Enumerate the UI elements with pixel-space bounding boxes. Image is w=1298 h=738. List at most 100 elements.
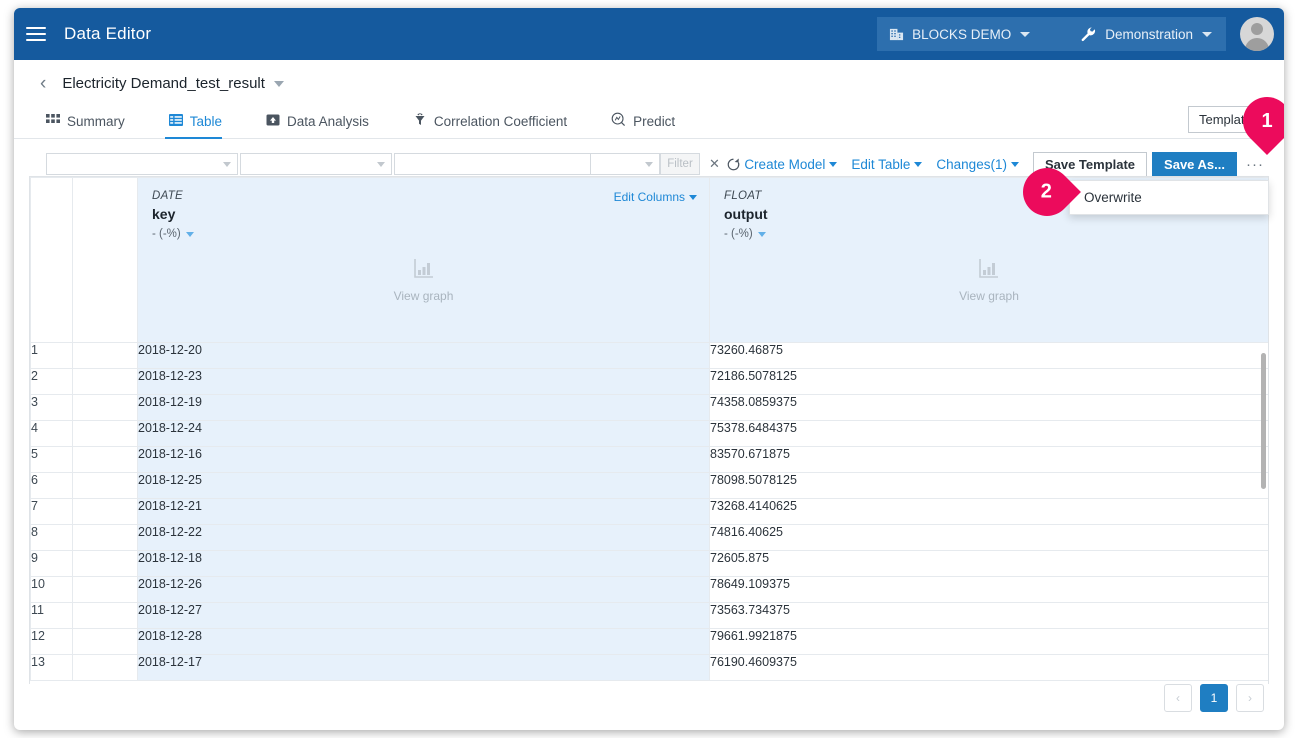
- table-row[interactable]: 12 2018-12-28 79661.9921875: [30, 628, 1268, 655]
- cell-key[interactable]: 2018-12-27: [137, 602, 710, 629]
- filter-button[interactable]: Filter: [660, 153, 700, 175]
- cell-key[interactable]: 2018-12-18: [137, 550, 710, 577]
- row-gutter: [72, 368, 138, 395]
- edit-table-label: Edit Table: [851, 156, 911, 172]
- environment-label: Demonstration: [1105, 26, 1193, 42]
- cell-key[interactable]: 2018-12-19: [137, 394, 710, 421]
- cell-output[interactable]: 79661.9921875: [709, 628, 1268, 655]
- row-number: 13: [30, 654, 73, 681]
- table-row[interactable]: 2 2018-12-23 72186.5078125: [30, 368, 1268, 395]
- table-row[interactable]: 11 2018-12-27 73563.734375: [30, 602, 1268, 629]
- chevron-left-icon[interactable]: ‹: [40, 74, 46, 93]
- tab-bar: Summary Table Data Analysis Correlation …: [14, 105, 1284, 139]
- view-graph-key[interactable]: View graph: [138, 256, 709, 303]
- row-number: 9: [30, 550, 73, 577]
- cell-key[interactable]: 2018-12-24: [137, 420, 710, 447]
- view-graph-output[interactable]: View graph: [710, 256, 1268, 303]
- table-row[interactable]: 4 2018-12-24 75378.6484375: [30, 420, 1268, 447]
- tab-predict[interactable]: Predict: [607, 112, 691, 138]
- row-number: 12: [30, 628, 73, 655]
- chevron-down-icon[interactable]: [185, 231, 194, 237]
- building-icon: [889, 27, 904, 42]
- table-row[interactable]: 13 2018-12-17 76190.4609375: [30, 654, 1268, 681]
- pagination-next[interactable]: ›: [1236, 684, 1264, 712]
- cell-key[interactable]: 2018-12-25: [137, 472, 710, 499]
- pagination-page-1[interactable]: 1: [1200, 684, 1228, 712]
- table-row[interactable]: 3 2018-12-19 74358.0859375: [30, 394, 1268, 421]
- environment-selector[interactable]: Demonstration: [1056, 17, 1226, 51]
- cell-key[interactable]: 2018-12-17: [137, 654, 710, 681]
- table-row[interactable]: 10 2018-12-26 78649.109375: [30, 576, 1268, 603]
- cell-key[interactable]: 2018-12-16: [137, 446, 710, 473]
- chevron-down-icon: [377, 161, 385, 167]
- cell-key[interactable]: 2018-12-21: [137, 498, 710, 525]
- row-gutter: [72, 576, 138, 603]
- cell-output[interactable]: 75378.6484375: [709, 420, 1268, 447]
- view-graph-label: View graph: [959, 289, 1019, 303]
- column-header-key[interactable]: DATE key - (-%) Edit Columns View graph: [137, 177, 710, 343]
- tab-label: Summary: [67, 114, 125, 129]
- pagination: ‹ 1 ›: [1164, 684, 1264, 712]
- cell-output[interactable]: 76190.4609375: [709, 654, 1268, 681]
- cell-key[interactable]: 2018-12-26: [137, 576, 710, 603]
- tab-summary[interactable]: Summary: [42, 113, 141, 138]
- column-stat: - (-%): [724, 228, 1254, 240]
- app-title: Data Editor: [64, 24, 152, 43]
- cell-output[interactable]: 78649.109375: [709, 576, 1268, 603]
- cell-output[interactable]: 73260.46875: [709, 342, 1268, 369]
- row-gutter: [72, 602, 138, 629]
- save-as-button[interactable]: Save As...: [1152, 151, 1237, 177]
- cell-key[interactable]: 2018-12-22: [137, 524, 710, 551]
- table-row[interactable]: 6 2018-12-25 78098.5078125: [30, 472, 1268, 499]
- create-model-menu[interactable]: Create Model: [744, 157, 838, 172]
- filter-mode-select[interactable]: [590, 153, 660, 175]
- cell-output[interactable]: 74816.40625: [709, 524, 1268, 551]
- row-gutter: [72, 498, 138, 525]
- cell-output[interactable]: 73563.734375: [709, 602, 1268, 629]
- tab-table[interactable]: Table: [164, 113, 238, 139]
- chevron-down-icon[interactable]: [273, 81, 284, 88]
- chevron-down-icon: [1020, 31, 1031, 37]
- filter-value-input[interactable]: [394, 153, 590, 175]
- table-row[interactable]: 7 2018-12-21 73268.4140625: [30, 498, 1268, 525]
- chevron-down-icon: [689, 194, 697, 200]
- pagination-prev[interactable]: ‹: [1164, 684, 1192, 712]
- edit-columns-button[interactable]: Edit Columns: [614, 190, 697, 204]
- tab-data-analysis[interactable]: Data Analysis: [262, 113, 385, 138]
- table-row[interactable]: 9 2018-12-18 72605.875: [30, 550, 1268, 577]
- row-gutter: [72, 550, 138, 577]
- org-selector[interactable]: BLOCKS DEMO: [877, 17, 1073, 51]
- filter-operator-select[interactable]: [240, 153, 392, 175]
- cell-output[interactable]: 72186.5078125: [709, 368, 1268, 395]
- table-row[interactable]: 8 2018-12-22 74816.40625: [30, 524, 1268, 551]
- row-number: 2: [30, 368, 73, 395]
- edit-table-menu[interactable]: Edit Table: [851, 156, 923, 172]
- row-number: 4: [30, 420, 73, 447]
- menu-item-overwrite[interactable]: Overwrite: [1070, 181, 1268, 214]
- vertical-scrollbar[interactable]: [1261, 353, 1266, 489]
- tab-correlation-coefficient[interactable]: Correlation Coefficient: [409, 113, 583, 138]
- filter-column-select[interactable]: [46, 153, 238, 175]
- table-row[interactable]: 1 2018-12-20 73260.46875: [30, 342, 1268, 369]
- avatar[interactable]: [1240, 17, 1274, 51]
- column-stat: - (-%): [152, 228, 695, 240]
- kebab-menu-button[interactable]: ···: [1246, 157, 1264, 172]
- row-number: 7: [30, 498, 73, 525]
- cell-output[interactable]: 74358.0859375: [709, 394, 1268, 421]
- cell-output[interactable]: 72605.875: [709, 550, 1268, 577]
- refresh-icon[interactable]: [726, 157, 741, 172]
- table-row[interactable]: 5 2018-12-16 83570.671875: [30, 446, 1268, 473]
- cell-output[interactable]: 78098.5078125: [709, 472, 1268, 499]
- chevron-down-icon[interactable]: [757, 231, 766, 237]
- row-number: 10: [30, 576, 73, 603]
- changes-menu[interactable]: Changes(1): [936, 157, 1019, 172]
- page-title: Electricity Demand_test_result: [62, 75, 284, 92]
- cell-key[interactable]: 2018-12-23: [137, 368, 710, 395]
- hamburger-icon[interactable]: [26, 21, 52, 47]
- tab-label: Data Analysis: [287, 114, 369, 129]
- cell-output[interactable]: 83570.671875: [709, 446, 1268, 473]
- cell-output[interactable]: 73268.4140625: [709, 498, 1268, 525]
- cell-key[interactable]: 2018-12-20: [137, 342, 710, 369]
- cell-key[interactable]: 2018-12-28: [137, 628, 710, 655]
- close-icon[interactable]: ✕: [709, 156, 720, 172]
